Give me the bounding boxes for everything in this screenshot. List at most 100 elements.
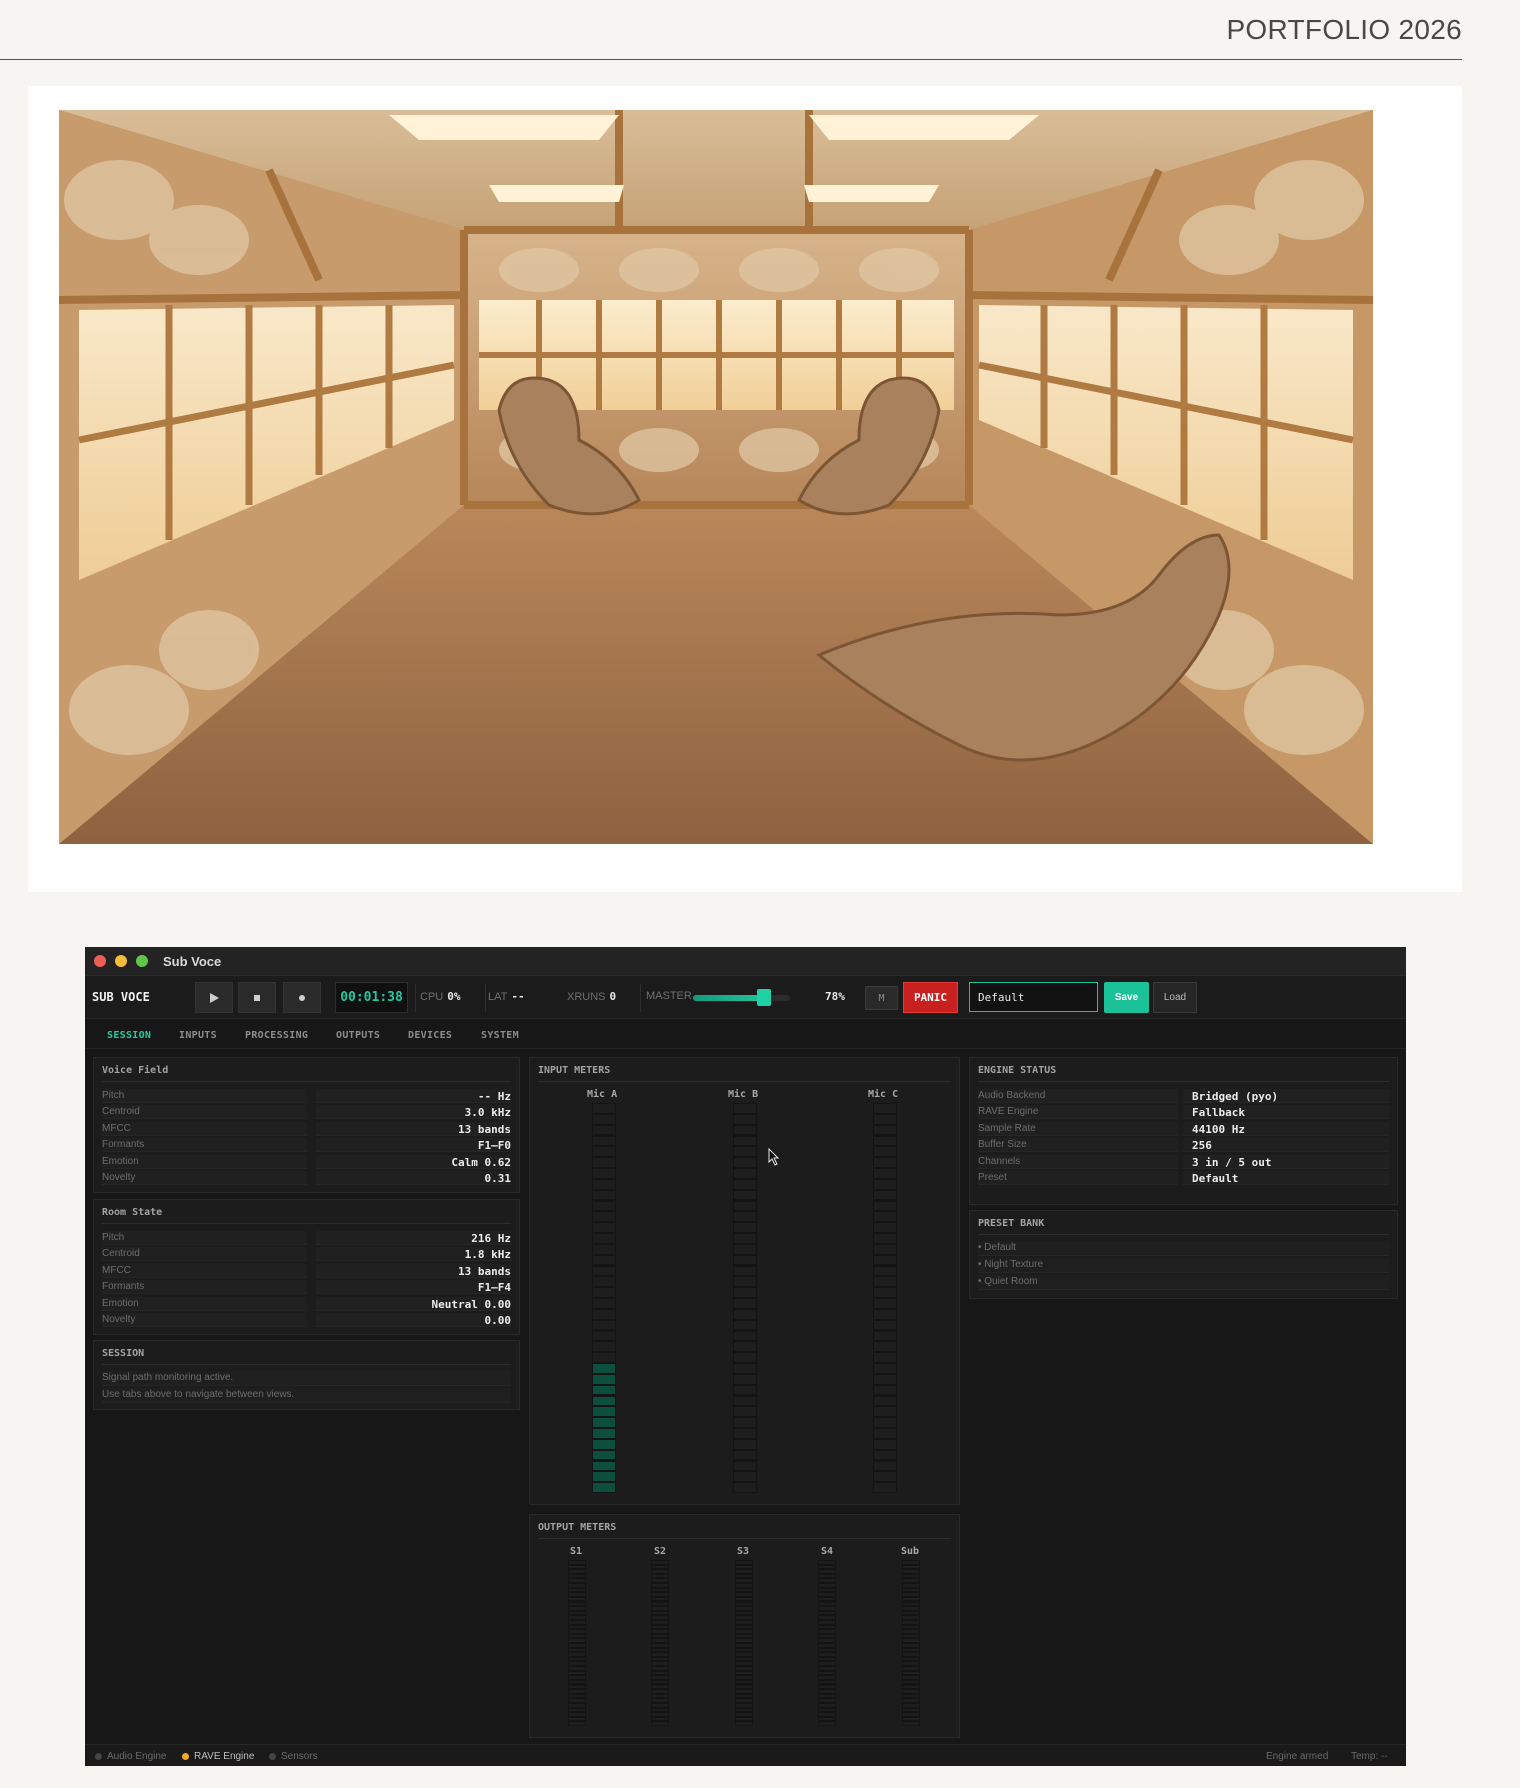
mute-button[interactable]: M <box>865 986 898 1010</box>
meter-segment <box>593 1320 615 1330</box>
latency-value: -- <box>511 990 525 1003</box>
meter-segment <box>569 1717 585 1721</box>
level-meter <box>735 1560 753 1726</box>
load-preset-button[interactable]: Load <box>1153 982 1197 1013</box>
save-preset-button[interactable]: Save <box>1104 982 1149 1013</box>
meter-segment <box>652 1644 668 1647</box>
meter-segment <box>819 1611 835 1615</box>
master-value: 78% <box>825 990 845 1003</box>
meter-segment <box>874 1342 896 1352</box>
meter-segment <box>569 1607 585 1610</box>
xruns-readout: XRUNS 0 <box>567 990 616 1003</box>
meter-segment <box>874 1461 896 1471</box>
zoom-window-button[interactable] <box>136 955 148 967</box>
meter-segment <box>652 1648 668 1652</box>
meter-segment <box>874 1429 896 1438</box>
meter-segment <box>652 1662 668 1666</box>
meter-segment <box>736 1620 752 1624</box>
preset-name-input[interactable] <box>969 982 1098 1012</box>
meter-segment <box>819 1561 835 1564</box>
field-row: RAVE Engine Fallback <box>978 1105 1389 1120</box>
meter-segment <box>734 1169 756 1178</box>
field-value-cell <box>316 1171 511 1185</box>
meter-segment <box>903 1625 919 1629</box>
preset-bank-item[interactable]: • Quiet Room <box>978 1275 1389 1290</box>
minimize-window-button[interactable] <box>115 955 127 967</box>
meter-segment <box>736 1648 752 1652</box>
field-key-cell <box>978 1171 1178 1185</box>
meter-segment <box>819 1579 835 1583</box>
meter-segment <box>819 1570 835 1573</box>
meter-segment <box>569 1648 585 1652</box>
field-value: 256 <box>1192 1139 1212 1153</box>
meter-segment <box>652 1620 668 1624</box>
field-key-cell <box>102 1089 307 1103</box>
meter-segment <box>819 1616 835 1619</box>
window-title: Sub Voce <box>163 953 222 969</box>
meter-segment <box>734 1396 756 1406</box>
meter-segment <box>569 1667 585 1670</box>
meter-segment <box>734 1299 756 1308</box>
meter-segment <box>819 1676 835 1679</box>
meter-segment <box>874 1407 896 1417</box>
meter-segment <box>734 1407 756 1417</box>
play-button[interactable] <box>195 982 233 1013</box>
preset-bank-item[interactable]: • Default <box>978 1241 1389 1256</box>
transport-clock: 00:01:38 <box>335 982 408 1013</box>
meter-segment <box>903 1630 919 1633</box>
meter-segment <box>903 1584 919 1587</box>
meter-segment <box>874 1364 896 1373</box>
meter-segment <box>736 1676 752 1679</box>
record-button[interactable] <box>283 982 321 1013</box>
meter-segment <box>652 1579 668 1583</box>
field-key: Novelty <box>102 1314 136 1325</box>
meter-segment <box>593 1450 615 1460</box>
panel-title: SESSION <box>102 1348 145 1359</box>
meter-segment <box>819 1597 835 1601</box>
field-value: 1.8 kHz <box>464 1248 511 1262</box>
tab-inputs[interactable]: INPUTS <box>179 1030 217 1041</box>
meter-segment <box>819 1690 835 1693</box>
tab-system[interactable]: SYSTEM <box>481 1030 519 1041</box>
meter-segment <box>652 1657 668 1661</box>
meter-segment <box>593 1429 615 1438</box>
meter-segment <box>736 1561 752 1564</box>
meter-segment <box>652 1694 668 1698</box>
record-icon <box>299 994 305 1001</box>
meter-segment <box>734 1190 756 1200</box>
tab-devices[interactable]: DEVICES <box>408 1030 452 1041</box>
meter-segment <box>736 1644 752 1647</box>
meter-segment <box>903 1602 919 1606</box>
toolbar-divider <box>485 984 486 1012</box>
meter-segment <box>903 1588 919 1592</box>
meter-channel-label: S1 <box>570 1546 583 1557</box>
tab-processing[interactable]: PROCESSING <box>245 1030 308 1041</box>
tab-session[interactable]: SESSION <box>107 1030 151 1041</box>
room-photo <box>59 110 1373 844</box>
voice-field-panel: Voice Field Pitch -- Hz Centroid 3.0 kHz MFC… <box>93 1057 520 1193</box>
panel-divider <box>538 1081 951 1082</box>
tab-outputs[interactable]: OUTPUTS <box>336 1030 380 1041</box>
meter-segment <box>734 1114 756 1124</box>
meter-segment <box>734 1223 756 1232</box>
field-value: Fallback <box>1192 1106 1245 1120</box>
close-window-button[interactable] <box>94 955 106 967</box>
meter-segment <box>593 1266 615 1276</box>
panel-divider <box>538 1538 951 1539</box>
meter-segment <box>652 1676 668 1679</box>
master-slider-thumb[interactable] <box>757 989 771 1006</box>
meter-segment <box>569 1680 585 1684</box>
stop-button[interactable] <box>238 982 276 1013</box>
meter-segment <box>569 1565 585 1569</box>
meter-segment <box>734 1353 756 1362</box>
preset-bank-item[interactable]: • Night Texture <box>978 1258 1389 1273</box>
meter-segment <box>874 1439 896 1449</box>
meter-segment <box>569 1653 585 1656</box>
panic-button[interactable]: PANIC <box>903 982 958 1013</box>
meter-segment <box>903 1579 919 1583</box>
master-slider[interactable] <box>693 995 790 1001</box>
meter-segment <box>734 1244 756 1254</box>
field-row: Pitch 216 Hz <box>102 1231 511 1246</box>
meter-segment <box>593 1288 615 1297</box>
field-row: Sample Rate 44100 Hz <box>978 1121 1389 1137</box>
